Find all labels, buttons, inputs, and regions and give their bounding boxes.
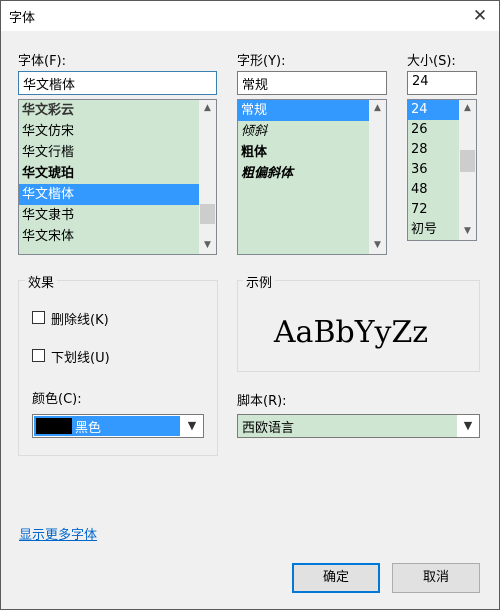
sample-preview: AaBbYyZz [273, 315, 429, 350]
underline-label[interactable]: 下划线(U) [51, 347, 110, 366]
script-label: 脚本(R): [237, 394, 287, 409]
chevron-down-icon[interactable]: ▼ [457, 415, 479, 437]
font-list-item[interactable]: 华文行楷 [19, 142, 199, 163]
cancel-button[interactable]: 取消 [392, 563, 480, 593]
style-list-item[interactable]: 粗偏斜体 [238, 163, 369, 184]
font-label: 字体(F): [18, 54, 67, 69]
color-value: 黑色 [75, 421, 102, 436]
script-value: 西欧语言 [242, 421, 295, 436]
scroll-up-icon[interactable]: ▲ [199, 100, 216, 117]
scroll-down-icon[interactable]: ▼ [459, 223, 476, 240]
size-list-item[interactable]: 48 [408, 180, 459, 200]
style-list-scrollbar[interactable]: ▲ ▼ [369, 100, 386, 254]
style-label: 字形(Y): [237, 54, 286, 69]
scroll-down-icon[interactable]: ▼ [369, 237, 386, 254]
style-list[interactable]: 常规 倾斜 粗体 粗偏斜体 ▲ ▼ [237, 99, 387, 255]
font-list-item[interactable]: 华文楷体 [19, 184, 199, 205]
script-select[interactable]: 西欧语言 ▼ [237, 414, 480, 438]
style-input[interactable]: 常规 [237, 71, 387, 95]
scroll-thumb[interactable] [200, 204, 215, 224]
font-name-input[interactable]: 华文楷体 [18, 71, 217, 95]
style-list-item[interactable]: 常规 [238, 100, 369, 121]
scroll-down-icon[interactable]: ▼ [199, 237, 216, 254]
scroll-up-icon[interactable]: ▲ [369, 100, 386, 117]
scroll-thumb[interactable] [460, 150, 475, 172]
chevron-down-icon[interactable]: ▼ [181, 415, 203, 437]
size-list-item[interactable]: 26 [408, 120, 459, 140]
sample-title: 示例 [243, 272, 276, 291]
size-list-scrollbar[interactable]: ▲ ▼ [459, 100, 476, 240]
strikeout-label[interactable]: 删除线(K) [51, 309, 109, 328]
window-title: 字体 [9, 11, 36, 26]
font-list-item[interactable]: 华文彩云 [19, 100, 199, 121]
scroll-up-icon[interactable]: ▲ [459, 100, 476, 117]
size-list-item[interactable]: 28 [408, 140, 459, 160]
strikeout-checkbox[interactable] [32, 311, 45, 324]
size-label: 大小(S): [407, 54, 456, 69]
font-list-item[interactable]: 华文隶书 [19, 205, 199, 226]
color-label: 颜色(C): [32, 392, 82, 407]
color-select[interactable]: 黑色 ▼ [32, 414, 204, 438]
font-list-item[interactable]: 华文宋体 [19, 226, 199, 247]
underline-checkbox[interactable] [32, 349, 45, 362]
font-list-item[interactable]: 华文仿宋 [19, 121, 199, 142]
size-list-item[interactable]: 36 [408, 160, 459, 180]
title-bar: 字体 ✕ [1, 1, 499, 31]
style-list-item[interactable]: 粗体 [238, 142, 369, 163]
size-list-item[interactable]: 初号 [408, 220, 459, 240]
size-list-item[interactable]: 24 [408, 100, 459, 120]
font-list-scrollbar[interactable]: ▲ ▼ [199, 100, 216, 254]
font-list-item[interactable]: 华文琥珀 [19, 163, 199, 184]
size-list-item[interactable]: 72 [408, 200, 459, 220]
style-list-item[interactable]: 倾斜 [238, 121, 369, 142]
color-swatch [36, 418, 72, 434]
font-list[interactable]: 华文彩云 华文仿宋 华文行楷 华文琥珀 华文楷体 华文隶书 华文宋体 ▲ ▼ [18, 99, 217, 255]
ok-button[interactable]: 确定 [292, 563, 380, 593]
size-list[interactable]: 24 26 28 36 48 72 初号 ▲ ▼ [407, 99, 477, 241]
font-dialog: 字体 ✕ 字体(F): 华文楷体 华文彩云 华文仿宋 华文行楷 华文琥珀 华文楷体 华文隶… [0, 0, 500, 610]
size-input[interactable]: 24 [407, 71, 477, 95]
close-icon[interactable]: ✕ [467, 4, 493, 28]
show-more-fonts-link[interactable]: 显示更多字体 [19, 524, 97, 543]
effects-title: 效果 [25, 272, 58, 291]
